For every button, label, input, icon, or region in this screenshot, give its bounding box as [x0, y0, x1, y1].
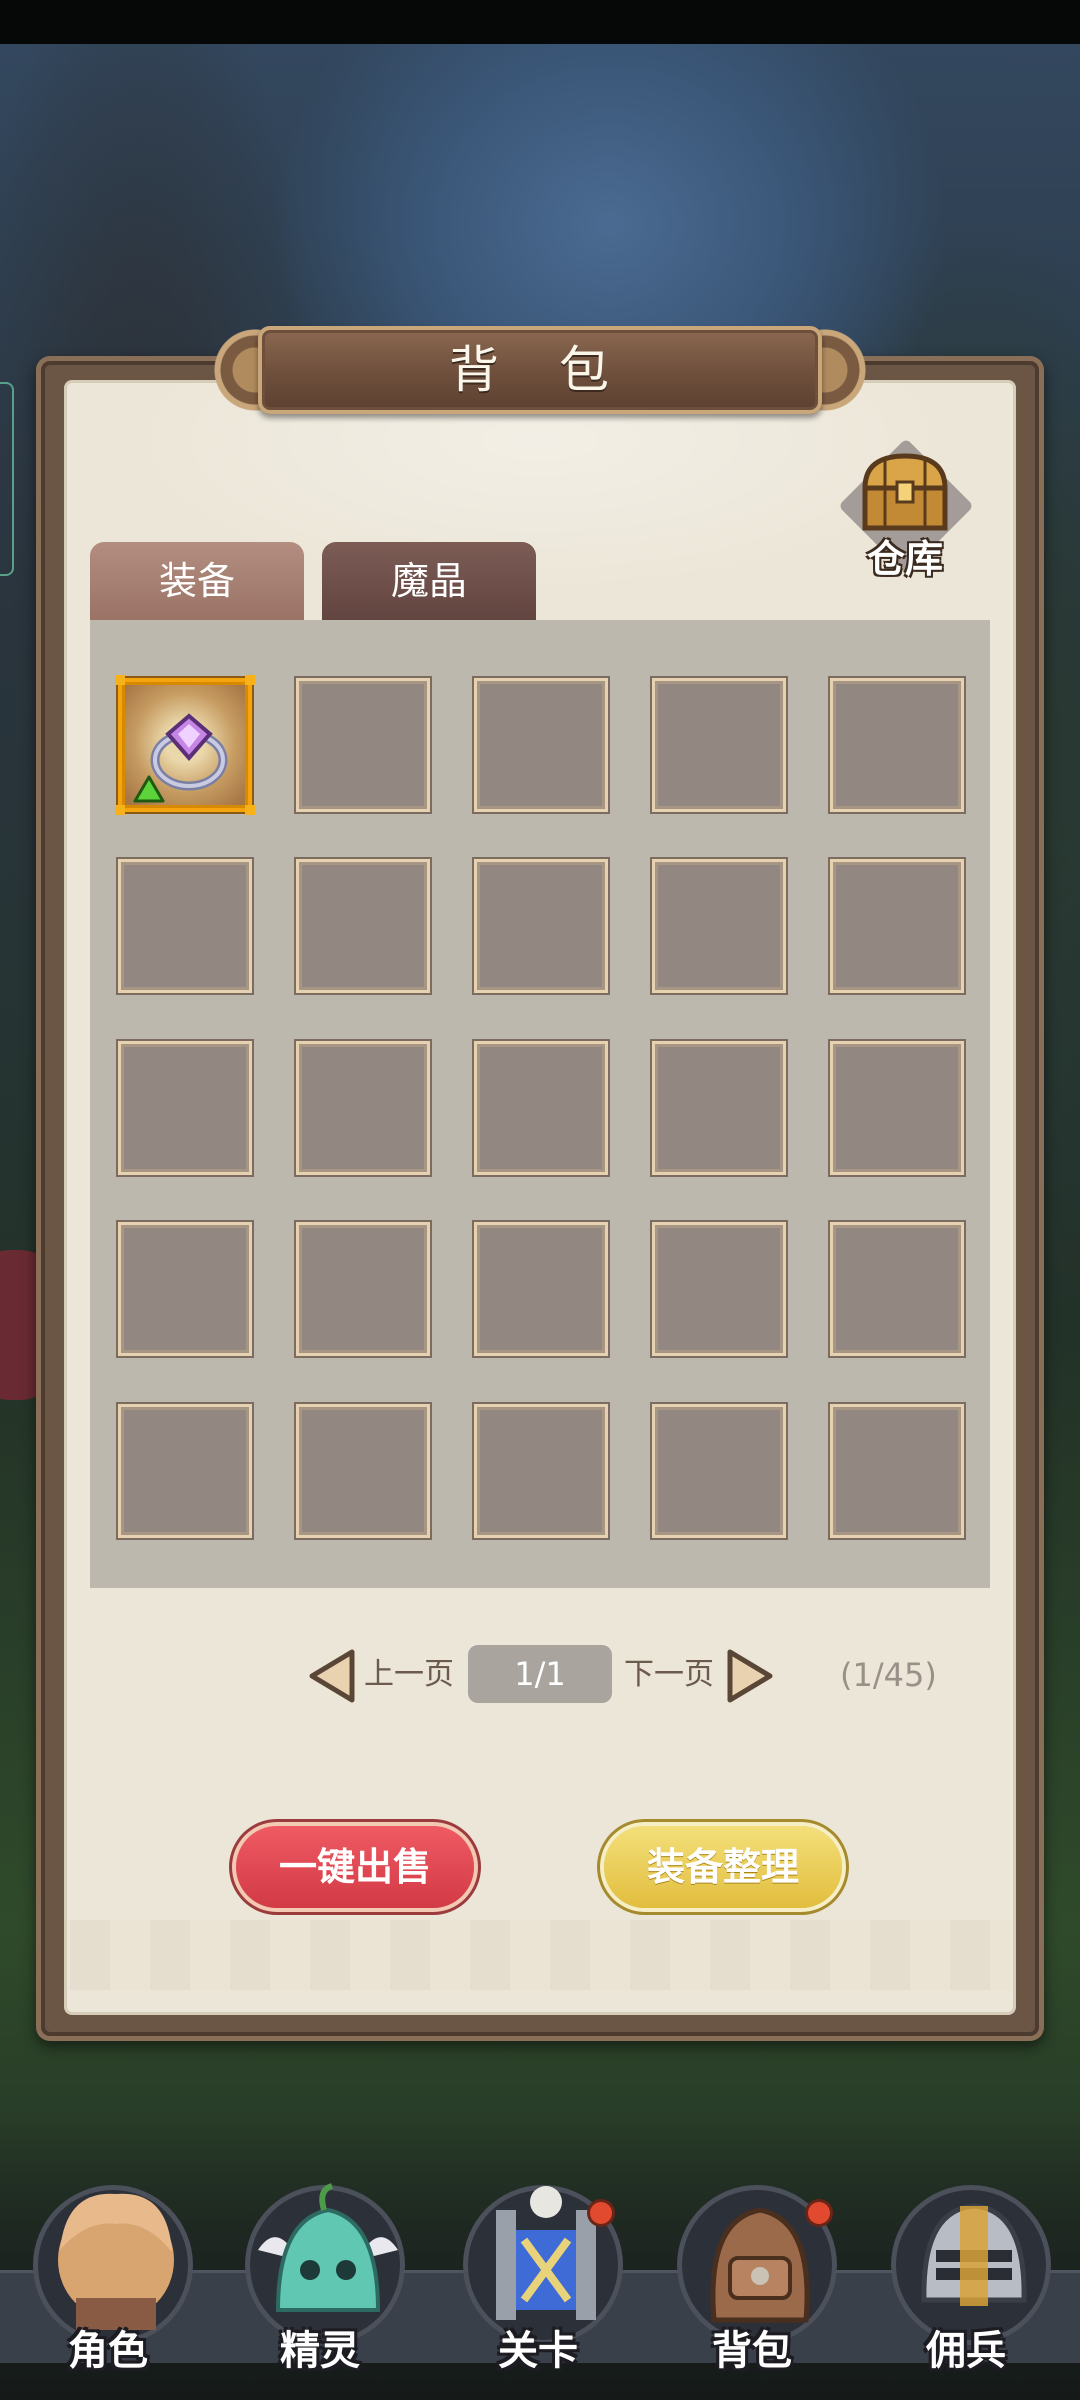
inventory-slot[interactable]: [118, 1404, 252, 1538]
nav-item-backpack[interactable]: 背包: [652, 2170, 852, 2400]
tab-equipment[interactable]: 装备: [90, 542, 304, 620]
inventory-slot[interactable]: [296, 1404, 430, 1538]
inventory-slot[interactable]: [652, 859, 786, 993]
inventory-slot-equipped[interactable]: [115, 675, 255, 815]
warehouse-button[interactable]: 仓库: [830, 438, 980, 581]
slot-frame-corner: [245, 805, 255, 815]
knight-helmet-icon: [921, 2203, 1027, 2306]
inventory-slot[interactable]: [830, 1404, 964, 1538]
green-up-arrow-icon: [133, 775, 165, 803]
page-title: 背 包: [449, 341, 631, 399]
nav-label-character: 角色: [68, 2328, 148, 2374]
inventory-slot[interactable]: [118, 1222, 252, 1356]
sort-equipment-button[interactable]: 装备整理: [604, 1826, 842, 1908]
nav-badge-stage: [590, 2202, 612, 2224]
nav-label-stage: 关卡: [498, 2328, 578, 2374]
page-indicator: 1/1: [468, 1645, 612, 1703]
inventory-slot[interactable]: [652, 1222, 786, 1356]
inventory-slot[interactable]: [474, 1041, 608, 1175]
nav-item-spirit[interactable]: 精灵: [220, 2170, 420, 2400]
sell-all-button[interactable]: 一键出售: [236, 1826, 474, 1908]
nav-item-stage[interactable]: 关卡: [438, 2170, 638, 2400]
character-portrait-icon: [58, 2193, 174, 2330]
warehouse-label: 仓库: [866, 537, 943, 581]
inventory-slot[interactable]: [296, 1041, 430, 1175]
slot-frame-corner: [115, 675, 125, 685]
tab-magic-crystal[interactable]: 魔晶: [322, 542, 536, 620]
inventory-slot[interactable]: [652, 1041, 786, 1175]
inventory-slot[interactable]: [474, 1404, 608, 1538]
inventory-slot[interactable]: [830, 1041, 964, 1175]
inventory-slot[interactable]: [652, 678, 786, 812]
nav-label-mercenary: 佣兵: [926, 2328, 1006, 2374]
nav-item-character[interactable]: 角色: [8, 2170, 208, 2400]
prev-page-button[interactable]: 上一页: [306, 1646, 456, 1704]
nav-label-backpack: 背包: [712, 2328, 792, 2374]
inventory-slot[interactable]: [118, 1041, 252, 1175]
slot-frame-corner: [115, 805, 125, 815]
backpack-icon: [710, 2207, 810, 2323]
inventory-slot[interactable]: [118, 859, 252, 993]
nav-badge-backpack: [808, 2202, 830, 2224]
next-page-button[interactable]: 下一页: [624, 1646, 774, 1704]
inventory-slot[interactable]: [830, 1222, 964, 1356]
prev-page-label: 上一页: [364, 1657, 454, 1692]
nav-label-spirit: 精灵: [280, 2328, 360, 2374]
treasure-chest-icon: [862, 453, 948, 531]
inventory-slot[interactable]: [296, 678, 430, 812]
inventory-slot[interactable]: [652, 1404, 786, 1538]
status-bar: [0, 0, 1080, 44]
inventory-slot[interactable]: [830, 678, 964, 812]
item-count: (1/45): [840, 1656, 937, 1694]
inventory-slot[interactable]: [830, 859, 964, 993]
nav-item-mercenary[interactable]: 佣兵: [866, 2170, 1066, 2400]
next-page-label: 下一页: [624, 1657, 714, 1692]
inventory-slot[interactable]: [296, 859, 430, 993]
arrow-left-icon: [309, 1649, 355, 1703]
slot-frame-corner: [245, 675, 255, 685]
slime-spirit-icon: [258, 2183, 398, 2312]
side-edge-tab[interactable]: [0, 382, 14, 576]
panel-ornament-band: [70, 1920, 1010, 1990]
inventory-slot[interactable]: [474, 678, 608, 812]
inventory-slot[interactable]: [296, 1222, 430, 1356]
inventory-slot[interactable]: [474, 859, 608, 993]
arrow-right-icon: [727, 1649, 773, 1703]
inventory-slot[interactable]: [474, 1222, 608, 1356]
